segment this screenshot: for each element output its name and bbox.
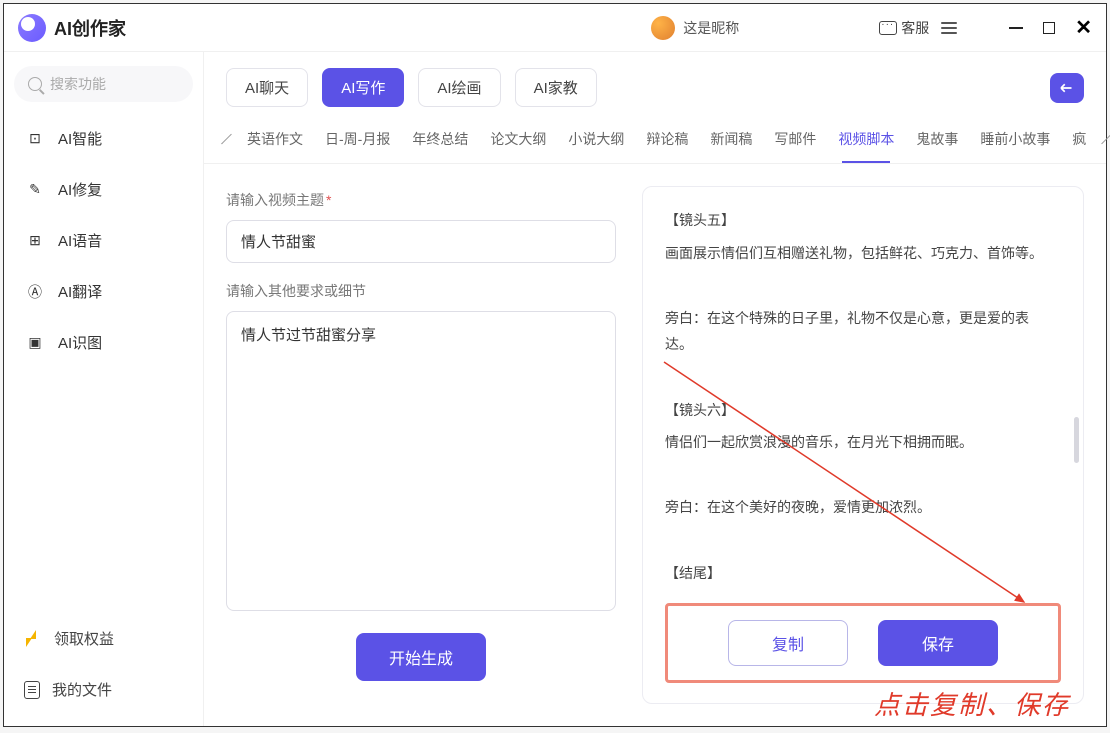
avatar [651,16,675,40]
chevron-left-icon[interactable] [221,134,232,145]
nav-icon: Ⓐ [24,283,46,301]
nav-icon: ✎ [24,181,46,199]
sub-tab-8[interactable]: 视频脚本 [836,123,896,155]
user-area[interactable]: 这是昵称 [651,16,739,40]
sub-tab-4[interactable]: 小说大纲 [566,123,626,155]
sub-tab-7[interactable]: 写邮件 [772,123,818,155]
menu-icon[interactable] [941,22,957,34]
sidebar-benefits[interactable]: 领取权益 [14,616,193,661]
nav-label: AI翻译 [58,281,102,302]
topic-input[interactable] [226,220,616,263]
copy-button[interactable]: 复制 [728,620,848,666]
save-button[interactable]: 保存 [878,620,998,666]
window-maximize-button[interactable] [1043,22,1055,34]
sub-tab-2[interactable]: 年终总结 [410,123,470,155]
details-textarea[interactable] [226,311,616,611]
sub-tab-11[interactable]: 疯 [1070,123,1088,155]
action-highlight-box: 复制 保存 [665,603,1061,683]
sub-tab-5[interactable]: 辩论稿 [644,123,690,155]
nav-label: AI识图 [58,332,102,353]
details-label: 请输入其他要求或细节 [226,281,616,301]
sidebar-my-files[interactable]: 我的文件 [14,667,193,712]
generate-button[interactable]: 开始生成 [356,633,486,681]
sidebar-item-1[interactable]: ✎ AI修复 [14,167,193,212]
file-icon [24,681,40,699]
chat-icon [879,21,897,35]
nav-icon: ⊞ [24,232,46,250]
nav-icon: ⊡ [24,130,46,148]
nav-icon: ▣ [24,334,46,352]
benefits-label: 领取权益 [54,628,114,649]
back-button[interactable] [1050,73,1084,103]
sidebar-item-4[interactable]: ▣ AI识图 [14,320,193,365]
app-logo [18,14,46,42]
sub-tab-0[interactable]: 英语作文 [245,123,305,155]
window-minimize-button[interactable] [1009,27,1023,29]
search-icon [28,77,42,91]
sub-tab-9[interactable]: 鬼故事 [914,123,960,155]
bolt-icon [24,630,42,648]
topic-label: 请输入视频主题* [226,190,616,210]
chevron-right-icon[interactable] [1102,134,1110,145]
app-title: AI创作家 [54,15,126,41]
sub-tab-3[interactable]: 论文大纲 [488,123,548,155]
output-text: 【镜头五】画面展示情侣们互相赠送礼物，包括鲜花、巧克力、首饰等。 旁白：在这个特… [665,207,1061,597]
top-tab-0[interactable]: AI聊天 [226,68,308,107]
window-close-button[interactable]: ✕ [1075,18,1092,38]
top-tab-2[interactable]: AI绘画 [418,68,500,107]
top-tab-1[interactable]: AI写作 [322,68,404,107]
nav-label: AI语音 [58,230,102,251]
sub-tab-6[interactable]: 新闻稿 [708,123,754,155]
sidebar-item-2[interactable]: ⊞ AI语音 [14,218,193,263]
nickname: 这是昵称 [683,18,739,38]
sub-tab-10[interactable]: 睡前小故事 [978,123,1052,155]
nav-label: AI修复 [58,179,102,200]
sidebar-item-3[interactable]: Ⓐ AI翻译 [14,269,193,314]
sub-tab-1[interactable]: 日-周-月报 [323,123,392,155]
search-placeholder: 搜索功能 [50,74,106,94]
search-input[interactable]: 搜索功能 [14,66,193,102]
scrollbar-thumb[interactable] [1074,417,1079,463]
top-tab-3[interactable]: AI家教 [515,68,597,107]
nav-label: AI智能 [58,128,102,149]
service-label: 客服 [901,18,929,38]
files-label: 我的文件 [52,679,112,700]
customer-service-button[interactable]: 客服 [879,18,929,38]
sidebar-item-0[interactable]: ⊡ AI智能 [14,116,193,161]
